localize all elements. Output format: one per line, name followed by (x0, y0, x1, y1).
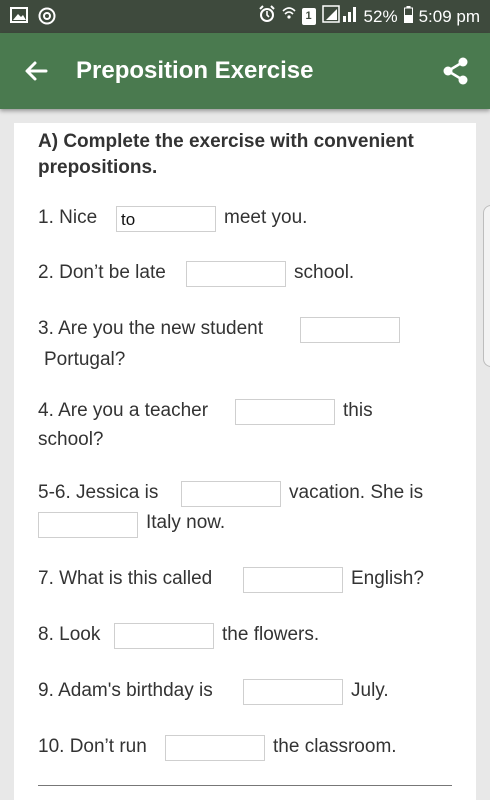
arrow-left-icon (25, 61, 48, 81)
question-3-rest: Portugal? (44, 349, 126, 370)
battery-percent: 52% (363, 6, 398, 26)
question-2-rest: school. (294, 262, 355, 283)
question-3-text: 3. Are you the new student (38, 318, 263, 339)
question-4-text: 4. Are you a teacher (38, 400, 209, 421)
question-1-text: 1. Nice (38, 207, 98, 228)
question-5-6-rest: Italy now. (146, 512, 226, 533)
question-5-6-text: 5-6. Jessica is (38, 482, 159, 503)
question-10-text: 10. Don’t run (38, 736, 147, 757)
answer-field-6[interactable] (38, 512, 138, 538)
exercise-heading: A) Complete the exercise with convenient… (38, 131, 414, 178)
sim-icon: 1 (301, 8, 316, 25)
signal-icon (321, 5, 358, 28)
question-9-rest: July. (351, 680, 389, 701)
answer-field-2[interactable] (186, 261, 286, 287)
status-right: 1 52% 5:09 pm (258, 5, 480, 28)
answer-field-5[interactable] (181, 481, 281, 507)
question-4-rest-b: school? (38, 429, 104, 450)
answer-field-1[interactable]: to (116, 206, 216, 232)
answer-field-4[interactable] (235, 399, 335, 425)
share-button[interactable] (440, 55, 472, 87)
question-2-text: 2. Don’t be late (38, 262, 166, 283)
question-5-6-middle: vacation. She is (289, 482, 424, 503)
wifi-icon (281, 5, 296, 28)
question-4-rest-a: this (343, 400, 373, 421)
status-time: 5:09 pm (418, 6, 480, 26)
answer-field-8[interactable] (114, 623, 214, 649)
battery-icon (403, 5, 413, 28)
question-10-rest: the classroom. (273, 736, 397, 757)
answer-field-3[interactable] (300, 317, 400, 343)
divider (38, 785, 452, 786)
gallery-icon (10, 7, 28, 30)
status-bar: 1 52% 5:09 pm (0, 0, 490, 33)
alarm-icon (258, 5, 276, 28)
answer-field-10[interactable] (165, 735, 265, 761)
share-icon (443, 57, 468, 85)
question-9-text: 9. Adam's birthday is (38, 680, 213, 701)
page-title: Preposition Exercise (76, 57, 314, 84)
answer-field-9[interactable] (243, 679, 343, 705)
question-1-rest: meet you. (224, 207, 308, 228)
question-8-rest: the flowers. (222, 624, 320, 645)
app-bar: Preposition Exercise (0, 33, 490, 109)
answer-field-7[interactable] (243, 567, 343, 593)
question-7-text: 7. What is this called (38, 568, 213, 589)
scroll-handle[interactable] (483, 205, 490, 367)
status-left-icons (10, 7, 56, 30)
question-7-rest: English? (351, 568, 424, 589)
exercise-card: A) Complete the exercise with convenient… (14, 123, 476, 800)
sync-icon (38, 7, 56, 30)
back-button[interactable] (20, 55, 52, 87)
question-8-text: 8. Look (38, 624, 101, 645)
